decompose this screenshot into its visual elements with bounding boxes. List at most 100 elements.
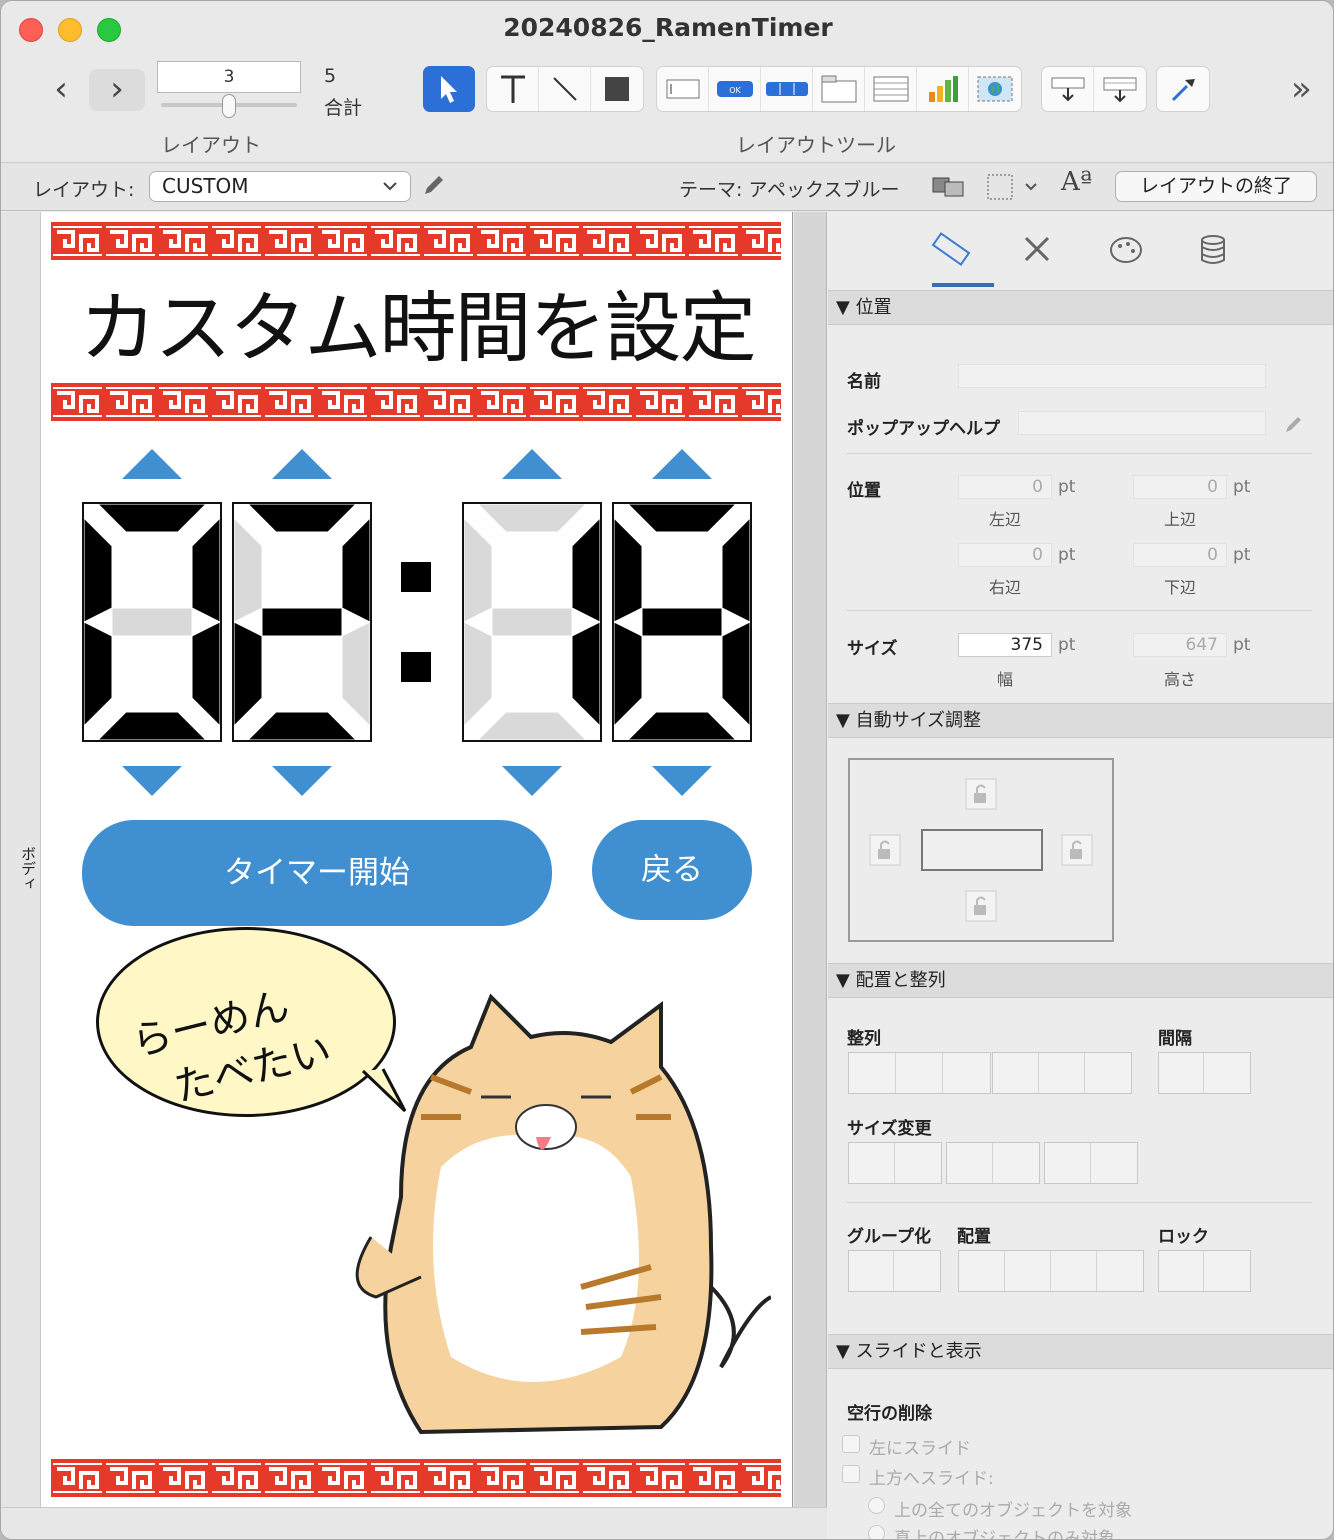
right-anchor-lock-icon[interactable] — [1061, 834, 1093, 866]
left-field[interactable]: 0 — [958, 475, 1052, 499]
width-field[interactable]: 375 — [958, 633, 1052, 657]
tab-data[interactable] — [1184, 230, 1244, 270]
segment-d — [626, 711, 738, 741]
theme-objects-icon[interactable] — [931, 172, 967, 202]
bottom-anchor-lock-icon[interactable] — [965, 890, 997, 922]
layout-select[interactable]: CUSTOM — [149, 171, 411, 202]
lock-icon[interactable] — [1159, 1251, 1204, 1291]
group-buttons[interactable] — [848, 1250, 941, 1292]
back-button[interactable]: ‹ — [33, 69, 89, 111]
resize-max-height-icon[interactable] — [993, 1143, 1039, 1183]
digit-display-4[interactable] — [612, 502, 752, 742]
align-top-icon[interactable] — [993, 1053, 1039, 1093]
digit1-up-arrow[interactable] — [122, 449, 182, 479]
align-bottom-icon[interactable] — [1085, 1053, 1131, 1093]
spacing-buttons[interactable] — [1158, 1052, 1251, 1094]
name-field[interactable] — [958, 364, 1266, 388]
digit3-up-arrow[interactable] — [502, 449, 562, 479]
popup-help-pencil-icon[interactable] — [1283, 413, 1305, 435]
ungroup-icon[interactable] — [894, 1251, 940, 1291]
digit4-down-arrow[interactable] — [652, 766, 712, 796]
slide-left-checkbox[interactable] — [842, 1435, 860, 1453]
resize-max-width-icon[interactable] — [895, 1143, 941, 1183]
layout-canvas[interactable]: カスタム時間を設定 タイマー開始 戻る らーめん たべたい — [41, 212, 793, 1507]
start-timer-button[interactable]: タイマー開始 — [82, 820, 552, 926]
top-anchor-lock-icon[interactable] — [965, 778, 997, 810]
font-size-icon[interactable]: Aª — [1061, 167, 1092, 197]
height-field[interactable]: 647 — [1133, 633, 1227, 657]
align-middle-icon[interactable] — [1039, 1053, 1085, 1093]
align-center-icon[interactable] — [896, 1053, 943, 1093]
chart-tool[interactable] — [917, 67, 969, 111]
position-section-header[interactable]: ▼ 位置 — [828, 290, 1333, 325]
align-right-icon[interactable] — [943, 1053, 990, 1093]
bring-forward-icon[interactable] — [1005, 1251, 1051, 1291]
group-icon[interactable] — [849, 1251, 894, 1291]
align-vertical-buttons[interactable] — [992, 1052, 1132, 1094]
web-viewer-tool[interactable] — [969, 67, 1021, 111]
forward-button[interactable]: › — [89, 69, 145, 111]
format-painter-tool[interactable] — [1157, 67, 1209, 111]
right-field[interactable]: 0 — [958, 543, 1052, 567]
shape-tool[interactable] — [591, 67, 643, 111]
digit4-up-arrow[interactable] — [652, 449, 712, 479]
tab-control-tool[interactable] — [813, 67, 865, 111]
resize-buttons-1[interactable] — [848, 1142, 942, 1184]
resize-min-width-icon[interactable] — [849, 1143, 895, 1183]
digit-display-3[interactable] — [462, 502, 602, 742]
back-canvas-button[interactable]: 戻る — [592, 820, 752, 920]
lock-buttons[interactable] — [1158, 1250, 1251, 1292]
resize-buttons-3[interactable] — [1044, 1142, 1138, 1184]
resize-min-height-icon[interactable] — [947, 1143, 993, 1183]
bring-to-front-icon[interactable] — [959, 1251, 1005, 1291]
segment-a — [96, 503, 208, 533]
resize-buttons-2[interactable] — [946, 1142, 1040, 1184]
text-icon — [500, 75, 525, 103]
field-tool[interactable] — [657, 67, 709, 111]
button-bar-tool[interactable] — [761, 67, 813, 111]
exit-layout-button[interactable]: レイアウトの終了 — [1115, 171, 1317, 202]
arrange-buttons[interactable] — [958, 1250, 1144, 1292]
resize-smallest-icon[interactable] — [1045, 1143, 1091, 1183]
slide-up-checkbox[interactable] — [842, 1465, 860, 1483]
edit-layout-pencil-icon[interactable] — [420, 171, 448, 199]
tab-position[interactable] — [920, 230, 980, 270]
pointer-tool[interactable] — [423, 66, 475, 112]
guides-dropdown-icon[interactable] — [986, 172, 1042, 202]
slide-section-header[interactable]: ▼ スライドと表示 — [828, 1334, 1333, 1369]
align-left-icon[interactable] — [849, 1053, 896, 1093]
svg-text:OK: OK — [729, 86, 741, 95]
tab-styles[interactable] — [1008, 230, 1068, 270]
digit-display-1[interactable] — [82, 502, 222, 742]
tab-appearance[interactable] — [1096, 230, 1156, 270]
record-slider-knob[interactable] — [222, 94, 236, 118]
insert-part-tool[interactable] — [1094, 67, 1146, 111]
bottom-field[interactable]: 0 — [1133, 543, 1227, 567]
unlock-icon[interactable] — [1204, 1251, 1250, 1291]
toolbar-overflow-icon[interactable]: » — [1291, 69, 1312, 109]
line-tool[interactable] — [539, 67, 591, 111]
resize-largest-icon[interactable] — [1091, 1143, 1137, 1183]
distribute-horizontal-icon[interactable] — [1159, 1053, 1204, 1093]
arrange-section-header[interactable]: ▼ 配置と整列 — [828, 963, 1333, 998]
digit1-down-arrow[interactable] — [122, 766, 182, 796]
digit2-up-arrow[interactable] — [272, 449, 332, 479]
insert-field-tool[interactable] — [1042, 67, 1094, 111]
digit-display-2[interactable] — [232, 502, 372, 742]
autosize-section-header[interactable]: ▼ 自動サイズ調整 — [828, 703, 1333, 738]
button-tool[interactable]: OK — [709, 67, 761, 111]
send-backward-icon[interactable] — [1051, 1251, 1097, 1291]
distribute-vertical-icon[interactable] — [1204, 1053, 1250, 1093]
text-tool[interactable] — [487, 67, 539, 111]
record-number-field[interactable]: 3 — [157, 61, 301, 93]
popup-help-field[interactable] — [1018, 411, 1266, 435]
top-field[interactable]: 0 — [1133, 475, 1227, 499]
align-buttons[interactable] — [848, 1052, 991, 1094]
slide-all-above-radio[interactable] — [868, 1497, 885, 1514]
send-to-back-icon[interactable] — [1097, 1251, 1143, 1291]
slide-directly-above-radio[interactable] — [868, 1525, 885, 1539]
digit2-down-arrow[interactable] — [272, 766, 332, 796]
left-anchor-lock-icon[interactable] — [869, 834, 901, 866]
portal-tool[interactable] — [865, 67, 917, 111]
digit3-down-arrow[interactable] — [502, 766, 562, 796]
